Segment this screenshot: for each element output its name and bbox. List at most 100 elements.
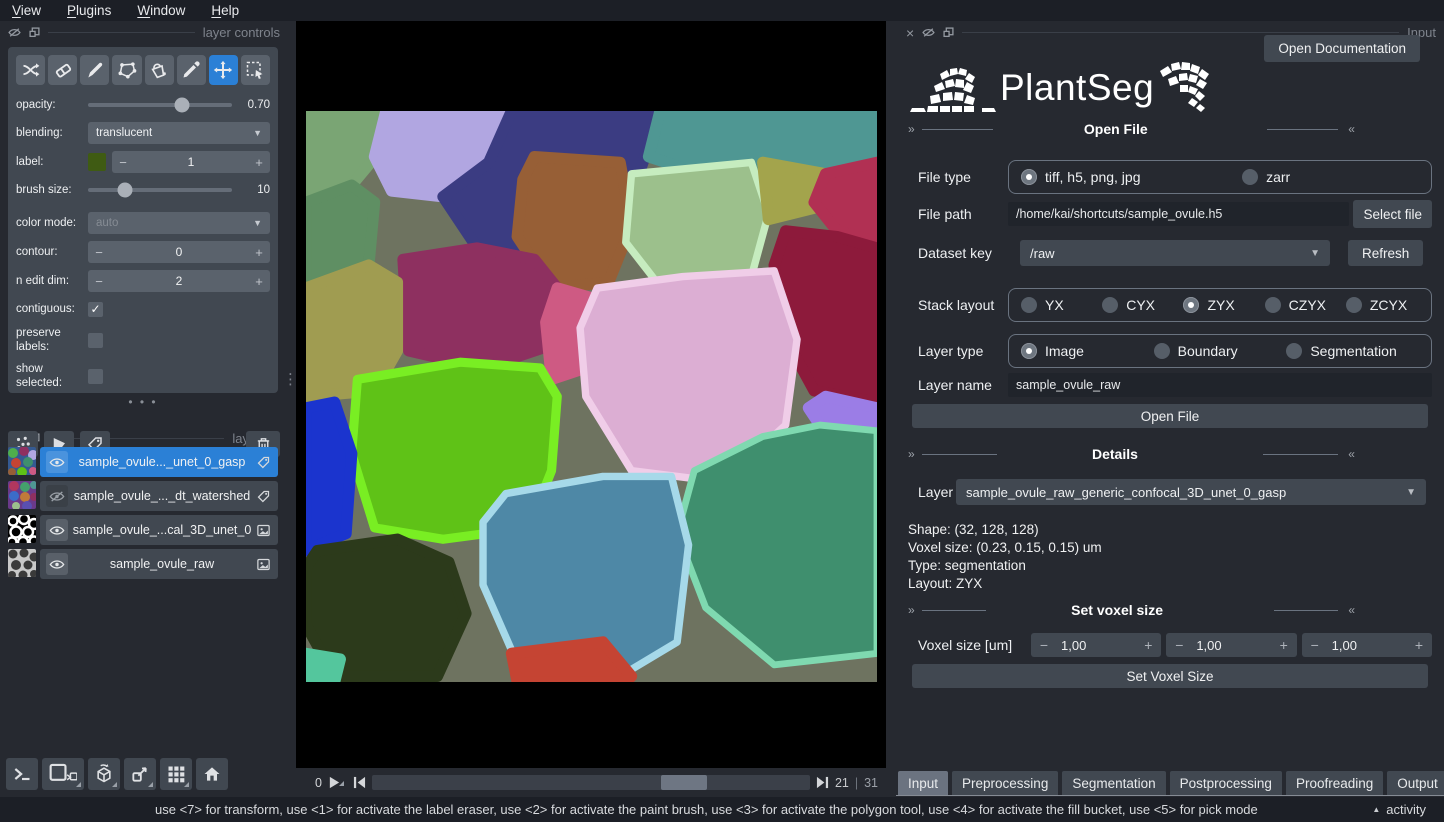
viewer-canvas[interactable] bbox=[296, 21, 886, 768]
open-file-button[interactable]: Open File bbox=[912, 404, 1428, 428]
voxel-y-spinbox[interactable]: − 1,00 + bbox=[1166, 633, 1296, 657]
radio-segmentation[interactable]: Segmentation bbox=[1286, 343, 1419, 359]
dock-resize-handle[interactable]: • • • bbox=[0, 395, 286, 409]
radio-zcyx[interactable]: ZCYX bbox=[1346, 297, 1419, 313]
decrement-button[interactable]: − bbox=[1031, 637, 1057, 653]
radio-tiff-h5-png-jpg[interactable]: tiff, h5, png, jpg bbox=[1021, 169, 1242, 185]
label-label: label: bbox=[16, 156, 88, 168]
visibility-eye-icon[interactable] bbox=[46, 451, 68, 473]
menu-view[interactable]: View bbox=[12, 3, 41, 18]
brush-size-slider[interactable] bbox=[88, 188, 232, 192]
menu-window[interactable]: Window bbox=[137, 3, 185, 18]
menu-plugins[interactable]: Plugins bbox=[67, 3, 111, 18]
skip-to-start-button[interactable] bbox=[353, 776, 366, 789]
eraser-button[interactable] bbox=[48, 55, 77, 85]
contiguous-checkbox[interactable]: ✓ bbox=[88, 302, 103, 317]
radio-cyx[interactable]: CYX bbox=[1102, 297, 1183, 313]
open-documentation-button[interactable]: Open Documentation bbox=[1264, 35, 1420, 62]
increment-button[interactable]: + bbox=[1271, 637, 1297, 653]
play-button[interactable] bbox=[328, 776, 347, 789]
tab-output[interactable]: Output bbox=[1387, 771, 1444, 795]
collapse-chevron-icon[interactable]: « bbox=[1348, 603, 1352, 617]
close-icon[interactable]: × bbox=[906, 26, 914, 40]
collapse-chevron-icon[interactable]: » bbox=[908, 447, 912, 461]
console-button[interactable] bbox=[6, 758, 38, 790]
set-voxel-size-button[interactable]: Set Voxel Size bbox=[912, 664, 1428, 688]
radio-yx[interactable]: YX bbox=[1021, 297, 1102, 313]
grid-view-button[interactable] bbox=[160, 758, 192, 790]
hide-dock-icon[interactable] bbox=[922, 27, 935, 38]
float-dock-icon[interactable] bbox=[943, 27, 954, 38]
voxel-x-spinbox[interactable]: − 1,00 + bbox=[1031, 633, 1161, 657]
voxel-z-spinbox[interactable]: − 1,00 + bbox=[1302, 633, 1432, 657]
visibility-hidden-eye-icon[interactable] bbox=[46, 485, 68, 507]
decrement-button[interactable]: − bbox=[112, 155, 134, 170]
visibility-eye-icon[interactable] bbox=[46, 519, 68, 541]
tab-proofreading[interactable]: Proofreading bbox=[1286, 771, 1383, 795]
visibility-eye-icon[interactable] bbox=[46, 553, 68, 575]
label-color-swatch[interactable] bbox=[88, 153, 106, 171]
float-dock-icon[interactable] bbox=[29, 27, 40, 38]
pan-zoom-button[interactable] bbox=[209, 55, 238, 85]
increment-button[interactable]: + bbox=[248, 274, 270, 289]
select-file-button[interactable]: Select file bbox=[1353, 200, 1432, 228]
tab-input[interactable]: Input bbox=[898, 771, 948, 795]
color-picker-button[interactable] bbox=[177, 55, 206, 85]
home-button[interactable] bbox=[196, 758, 228, 790]
show-selected-checkbox[interactable] bbox=[88, 369, 103, 384]
increment-button[interactable]: + bbox=[248, 155, 270, 170]
dataset-key-combobox[interactable]: /raw ▼ bbox=[1020, 240, 1330, 266]
divider bbox=[48, 32, 195, 33]
decrement-button[interactable]: − bbox=[88, 245, 110, 260]
layer-row-cal-3d-unet-0[interactable]: sample_ovule_...cal_3D_unet_0 bbox=[40, 515, 278, 545]
collapse-chevron-icon[interactable]: » bbox=[908, 603, 912, 617]
fill-bucket-button[interactable] bbox=[145, 55, 174, 85]
n-edit-dim-spinbox[interactable]: − 2 + bbox=[88, 270, 270, 292]
label-spinbox[interactable]: − 1 + bbox=[112, 151, 270, 173]
refresh-button[interactable]: Refresh bbox=[1348, 240, 1423, 266]
dimension-slider-track[interactable] bbox=[372, 775, 810, 790]
layer-row-sample-ovule-raw[interactable]: sample_ovule_raw bbox=[40, 549, 278, 579]
transpose-dims-button[interactable] bbox=[124, 758, 156, 790]
layer-controls-title: layer controls bbox=[203, 25, 280, 40]
tab-segmentation[interactable]: Segmentation bbox=[1062, 771, 1165, 795]
transform-button[interactable] bbox=[241, 55, 270, 85]
details-layer-combobox[interactable]: sample_ovule_raw_generic_confocal_3D_une… bbox=[956, 479, 1426, 505]
color-mode-combobox[interactable]: auto ▼ bbox=[88, 212, 270, 234]
file-path-input[interactable]: /home/kai/shortcuts/sample_ovule.h5 bbox=[1008, 202, 1349, 226]
radio-zyx[interactable]: ZYX bbox=[1183, 297, 1264, 313]
ndisplay-toggle-button[interactable] bbox=[42, 758, 84, 790]
paint-brush-button[interactable] bbox=[80, 55, 109, 85]
increment-button[interactable]: + bbox=[1406, 637, 1432, 653]
polygon-tool-button[interactable] bbox=[112, 55, 141, 85]
radio-boundary[interactable]: Boundary bbox=[1154, 343, 1287, 359]
rotate-cube-button[interactable] bbox=[88, 758, 120, 790]
activity-toggle[interactable]: ▲ activity bbox=[1372, 802, 1426, 817]
preserve-labels-checkbox[interactable] bbox=[88, 333, 103, 348]
dimension-slider-handle[interactable] bbox=[661, 775, 707, 790]
opacity-slider[interactable] bbox=[88, 103, 232, 107]
skip-to-end-button[interactable] bbox=[816, 776, 829, 789]
shuffle-colors-button[interactable] bbox=[16, 55, 45, 85]
radio-zarr[interactable]: zarr bbox=[1242, 169, 1419, 185]
blending-combobox[interactable]: translucent ▼ bbox=[88, 122, 270, 144]
hide-dock-icon[interactable] bbox=[8, 27, 21, 38]
collapse-chevron-icon[interactable]: « bbox=[1348, 447, 1352, 461]
decrement-button[interactable]: − bbox=[1302, 637, 1328, 653]
layer-row-unet-0-gasp[interactable]: sample_ovule..._unet_0_gasp bbox=[40, 447, 278, 477]
layer-name-input[interactable]: sample_ovule_raw bbox=[1008, 373, 1432, 397]
collapse-chevron-icon[interactable]: « bbox=[1348, 122, 1352, 136]
decrement-button[interactable]: − bbox=[88, 274, 110, 289]
radio-czyx[interactable]: CZYX bbox=[1265, 297, 1346, 313]
tab-preprocessing[interactable]: Preprocessing bbox=[952, 771, 1058, 795]
tab-postprocessing[interactable]: Postprocessing bbox=[1170, 771, 1282, 795]
layer-row-dt-watershed[interactable]: sample_ovule_..._dt_watershed bbox=[40, 481, 278, 511]
radio-image[interactable]: Image bbox=[1021, 343, 1154, 359]
contour-spinbox[interactable]: − 0 + bbox=[88, 241, 270, 263]
increment-button[interactable]: + bbox=[248, 245, 270, 260]
increment-button[interactable]: + bbox=[1135, 637, 1161, 653]
layer-thumbnail bbox=[8, 515, 36, 543]
decrement-button[interactable]: − bbox=[1166, 637, 1192, 653]
collapse-chevron-icon[interactable]: » bbox=[908, 122, 912, 136]
menu-help[interactable]: Help bbox=[211, 3, 239, 18]
